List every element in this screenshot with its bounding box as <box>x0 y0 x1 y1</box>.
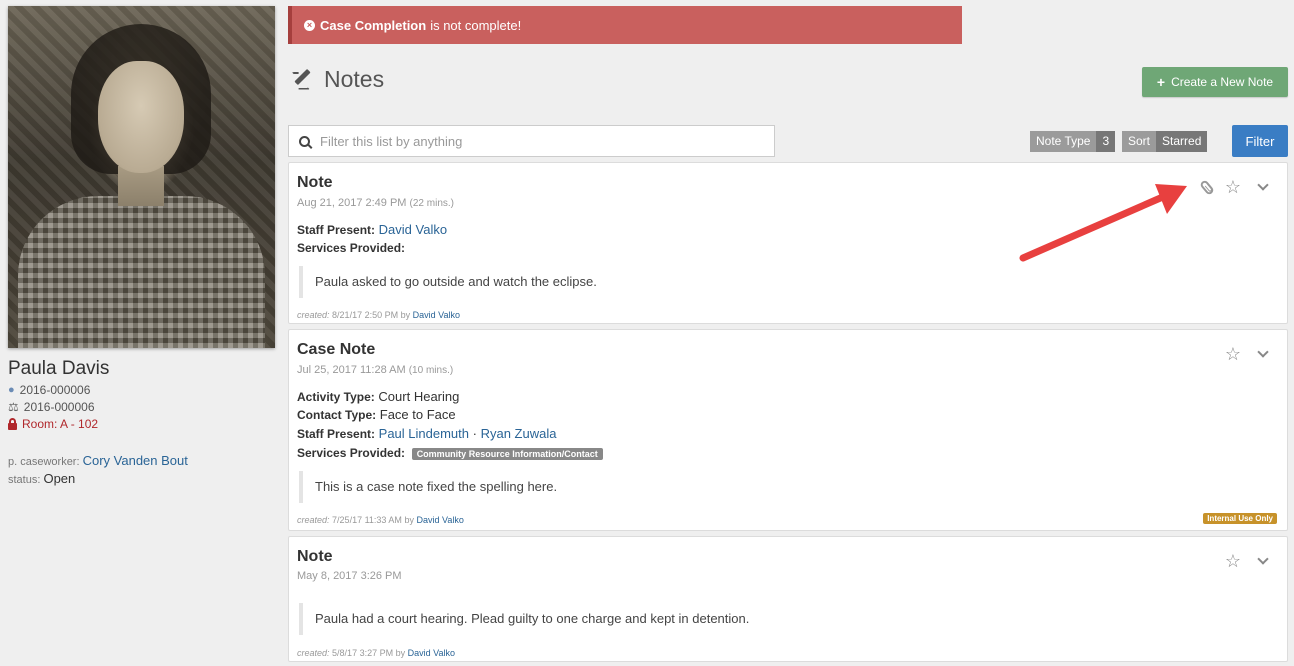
star-icon[interactable]: ☆ <box>1225 345 1241 363</box>
note-title: Case Note <box>297 341 376 358</box>
search-input[interactable] <box>320 133 740 149</box>
note-card[interactable]: Case Note Jul 25, 2017 11:28 AM (10 mins… <box>288 329 1288 531</box>
annotation-arrow <box>1019 184 1187 262</box>
internal-use-badge: Internal Use Only <box>1203 513 1277 524</box>
patient-sidebar: Paula Davis ● 2016-000006 ⚖ 2016-000006 … <box>0 0 283 666</box>
caseworker-link[interactable]: Cory Vanden Bout <box>83 453 188 468</box>
page-title: Notes <box>290 66 384 93</box>
staff-link[interactable]: Ryan Zuwala <box>481 426 557 441</box>
chevron-down-icon[interactable] <box>1257 346 1269 358</box>
search-box[interactable] <box>288 125 775 157</box>
user-icon: ● <box>8 384 15 396</box>
staff-present: Staff Present: Paul Lindemuth · Ryan Zuw… <box>297 426 557 441</box>
author-link[interactable]: David Valko <box>413 310 460 320</box>
staff-present: Staff Present: David Valko <box>297 222 448 237</box>
note-actions: ☆ <box>1198 178 1269 196</box>
caseworker-line: p. caseworker: Cory Vanden Bout <box>8 453 188 468</box>
status-value: Open <box>43 471 76 486</box>
sort-value: Starred <box>1156 131 1208 152</box>
created-line: created: 8/21/17 2:50 PM by David Valko <box>297 310 460 320</box>
patient-id-line: ● 2016-000006 <box>8 383 90 397</box>
staff-link[interactable]: David Valko <box>379 222 447 237</box>
search-icon <box>299 135 310 147</box>
author-link[interactable]: David Valko <box>416 515 463 525</box>
plus-icon: + <box>1156 74 1166 90</box>
note-body: Paula asked to go outside and watch the … <box>299 266 1269 298</box>
note-actions: ☆ <box>1225 345 1269 363</box>
status-line: status: Open <box>8 471 76 486</box>
note-date: Jul 25, 2017 11:28 AM (10 mins.) <box>297 364 454 376</box>
author-link[interactable]: David Valko <box>408 648 455 658</box>
staff-link[interactable]: Paul Lindemuth <box>379 426 469 441</box>
paperclip-icon[interactable] <box>1198 178 1215 196</box>
case-id: 2016-000006 <box>23 400 95 414</box>
services-provided: Services Provided: Community Resource In… <box>297 445 603 460</box>
room: Room: A - 102 <box>22 417 99 431</box>
created-line: created: 7/25/17 11:33 AM by David Valko <box>297 515 464 525</box>
note-date: May 8, 2017 3:26 PM <box>297 570 402 582</box>
note-title: Note <box>297 174 333 191</box>
patient-name: Paula Davis <box>8 358 110 379</box>
chevron-down-icon[interactable] <box>1257 553 1269 565</box>
note-body: This is a case note fixed the spelling h… <box>299 471 1269 503</box>
note-title: Note <box>297 548 333 565</box>
filter-button[interactable]: Filter <box>1232 125 1288 157</box>
case-id-line: ⚖ 2016-000006 <box>8 400 95 414</box>
note-date: Aug 21, 2017 2:49 PM (22 mins.) <box>297 197 454 209</box>
scale-icon: ⚖ <box>8 400 19 414</box>
close-circle-icon: × <box>304 19 315 31</box>
services-provided: Services Provided: <box>297 241 406 255</box>
patient-id: 2016-000006 <box>19 383 91 397</box>
note-card[interactable]: Note May 8, 2017 3:26 PM Paula had a cou… <box>288 536 1288 662</box>
lock-icon <box>8 417 17 430</box>
note-actions: ☆ <box>1225 552 1269 570</box>
room-line: Room: A - 102 <box>8 417 98 431</box>
chevron-down-icon[interactable] <box>1257 179 1269 191</box>
activity-type: Activity Type: Court Hearing <box>297 389 460 404</box>
contact-type: Contact Type: Face to Face <box>297 407 456 422</box>
service-tag: Community Resource Information/Contact <box>411 447 603 460</box>
patient-photo <box>8 6 275 348</box>
note-body: Paula had a court hearing. Plead guilty … <box>299 603 1269 635</box>
edit-icon <box>290 68 316 92</box>
star-icon[interactable]: ☆ <box>1225 552 1241 570</box>
star-icon[interactable]: ☆ <box>1225 178 1241 196</box>
sort-filter[interactable]: Sort Starred <box>1122 131 1208 152</box>
completion-alert: × Case Completion is not complete! <box>288 6 962 44</box>
created-line: created: 5/8/17 3:27 PM by David Valko <box>297 648 455 658</box>
note-type-count: 3 <box>1096 131 1116 152</box>
note-type-filter[interactable]: Note Type 3 <box>1030 131 1116 152</box>
create-note-button[interactable]: + Create a New Note <box>1142 67 1288 97</box>
